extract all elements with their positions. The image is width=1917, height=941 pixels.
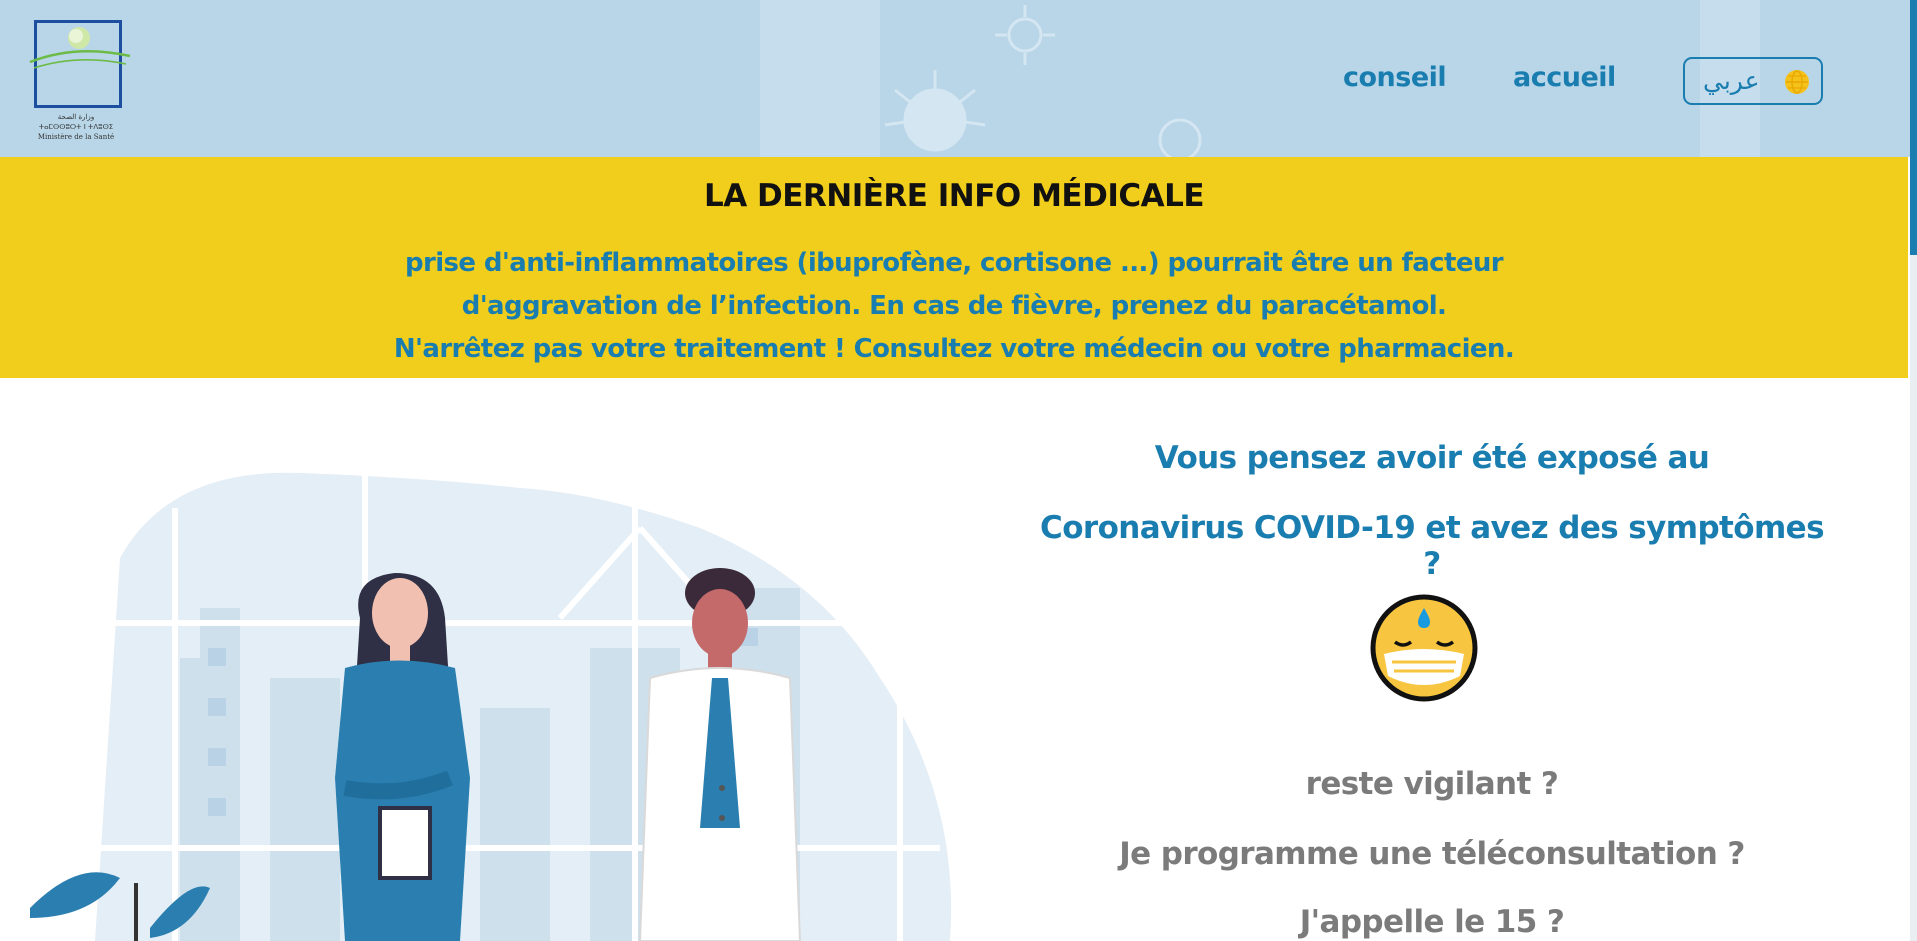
nav-link-accueil[interactable]: accueil [1513, 62, 1616, 93]
medical-info-banner: LA DERNIÈRE INFO MÉDICALE prise d'anti-i… [0, 157, 1908, 378]
option-teleconsultation[interactable]: Je programme une téléconsultation ? [1030, 836, 1834, 872]
scrollbar-thumb[interactable] [1910, 0, 1917, 255]
question-line-2: Coronavirus COVID-19 et avez des symptôm… [1040, 510, 1824, 582]
site-header: وزارة الصحة ⵜⴰⵎⵙⵙⵓⵔⵜ ⵏ ⵜⴷⵓⵙⵉ Ministère d… [0, 0, 1917, 157]
question-line-1: Vous pensez avoir été exposé au [1154, 440, 1710, 476]
virus-background-decoration [760, 0, 1760, 157]
scrollbar-track[interactable] [1910, 255, 1917, 941]
logo-text: وزارة الصحة ⵜⴰⵎⵙⵙⵓⵔⵜ ⵏ ⵜⴷⵓⵙⵉ Ministère d… [37, 113, 115, 141]
doctors-illustration [30, 472, 952, 941]
language-switch-button[interactable]: عربي [1683, 57, 1823, 105]
masked-sweating-face-icon [1370, 594, 1478, 702]
nav-link-conseil[interactable]: conseil [1343, 62, 1447, 93]
logo-emblem-icon [29, 27, 131, 69]
globe-icon [1785, 70, 1809, 94]
option-call-15[interactable]: J'appelle le 15 ? [1030, 904, 1834, 940]
option-stay-vigilant[interactable]: reste vigilant ? [1030, 766, 1834, 802]
banner-line: prise d'anti-inflammatoires (ibuprofène,… [404, 248, 1504, 278]
ministry-logo[interactable]: وزارة الصحة ⵜⴰⵎⵙⵙⵓⵔⵜ ⵏ ⵜⴷⵓⵙⵉ Ministère d… [26, 16, 136, 146]
banner-title: LA DERNIÈRE INFO MÉDICALE [703, 178, 1205, 214]
banner-line: d'aggravation de l’infection. En cas de … [461, 291, 1447, 321]
language-label: عربي [1703, 66, 1760, 95]
banner-line: N'arrêtez pas votre traitement ! Consult… [393, 334, 1515, 364]
banner-message: prise d'anti-inflammatoires (ibuprofène,… [300, 242, 1608, 371]
